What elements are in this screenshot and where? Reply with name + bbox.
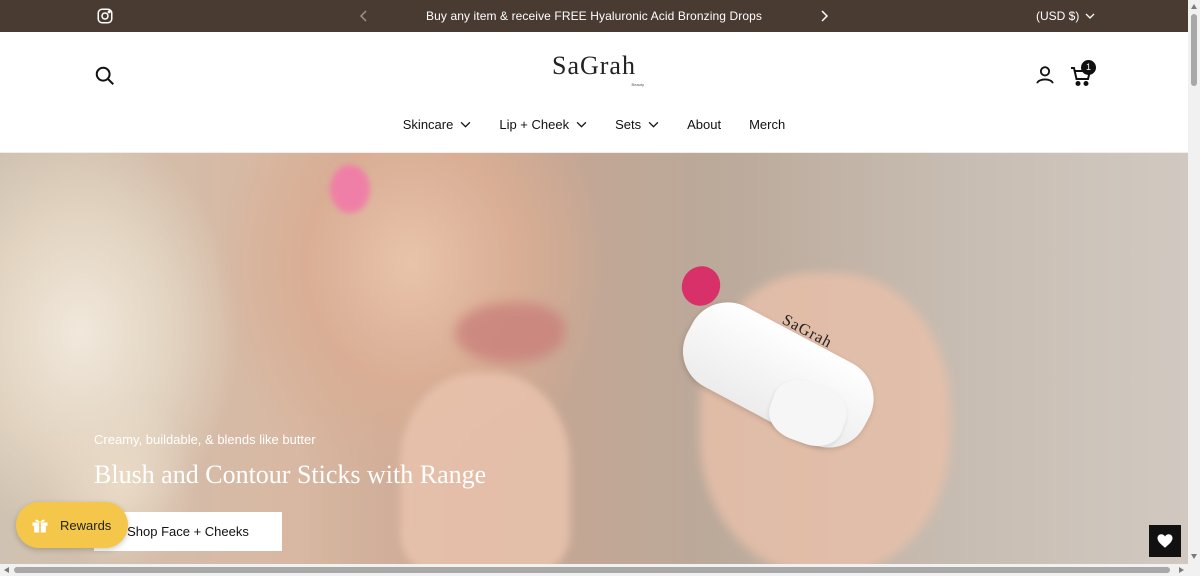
scrollbar-thumb[interactable] (14, 567, 1170, 573)
instagram-icon[interactable] (96, 7, 114, 25)
cart-count-badge: 1 (1081, 60, 1096, 75)
account-icon[interactable] (1034, 64, 1056, 86)
chevron-left-icon[interactable] (356, 8, 372, 24)
scroll-down-icon[interactable] (1190, 552, 1198, 560)
chevron-down-icon (1085, 13, 1095, 19)
chevron-right-icon[interactable] (816, 8, 832, 24)
site-logo[interactable]: SaGrah Beauty (536, 52, 652, 96)
rewards-label: Rewards (60, 517, 112, 533)
horizontal-scrollbar[interactable] (0, 564, 1188, 576)
rewards-button[interactable]: Rewards (16, 502, 128, 548)
scroll-left-icon[interactable] (3, 566, 11, 574)
wishlist-button[interactable] (1149, 525, 1181, 557)
nav-item-about[interactable]: About (673, 114, 735, 134)
nav-item-label: About (687, 116, 722, 132)
nav-item-skincare[interactable]: Skincare (389, 114, 486, 134)
nav-item-lip-cheek[interactable]: Lip + Cheek (485, 114, 601, 134)
hero-image-blush (330, 165, 370, 213)
announcement-bar: Buy any item & receive FREE Hyaluronic A… (0, 0, 1188, 32)
hero-banner: SaGrah Creamy, buildable, & blends like … (0, 153, 1188, 565)
logo-subtext: Beauty (631, 82, 644, 87)
scroll-up-icon[interactable] (1190, 3, 1198, 11)
search-icon[interactable] (94, 65, 116, 87)
chevron-down-icon (648, 121, 659, 128)
chevron-down-icon (460, 121, 471, 128)
currency-selector[interactable]: (USD $) (1036, 9, 1095, 23)
nav-item-merch[interactable]: Merch (735, 114, 799, 134)
currency-label: (USD $) (1036, 9, 1080, 23)
gift-icon (32, 519, 48, 533)
hero-eyebrow: Creamy, buildable, & blends like butter (94, 432, 316, 447)
hero-image-lips (455, 303, 565, 363)
scrollbar-thumb[interactable] (1191, 14, 1197, 86)
nav-item-label: Lip + Cheek (499, 116, 570, 132)
vertical-scrollbar[interactable] (1188, 0, 1200, 576)
logo-text: SaGrah (552, 51, 636, 80)
nav-item-label: Sets (615, 116, 642, 132)
nav-item-sets[interactable]: Sets (601, 114, 673, 134)
site-header: SaGrah Beauty 1 Skincare Lip + Cheek Set… (0, 32, 1188, 153)
scroll-right-icon[interactable] (1177, 566, 1185, 574)
heart-icon (1157, 534, 1173, 548)
main-nav: Skincare Lip + Cheek Sets About Merch (0, 114, 1188, 134)
nav-item-label: Skincare (402, 116, 454, 132)
nav-item-label: Merch (749, 116, 786, 132)
hero-headline: Blush and Contour Sticks with Range (94, 460, 487, 489)
announcement-message: Buy any item & receive FREE Hyaluronic A… (426, 9, 762, 23)
chevron-down-icon (576, 121, 587, 128)
cta-label: Shop Face + Cheeks (127, 524, 249, 539)
